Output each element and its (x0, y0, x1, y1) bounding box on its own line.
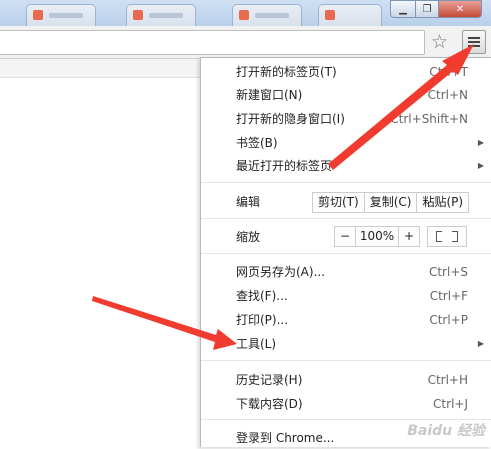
menu-item-downloads[interactable]: 下载内容(D) Ctrl+J (201, 393, 491, 415)
chrome-menu-button[interactable] (462, 30, 486, 54)
menu-item-bookmarks[interactable]: 书签(B) ▶ (201, 132, 491, 154)
menu-item-label: 最近打开的标签页 (236, 159, 333, 173)
menu-item-shortcut: Ctrl+S (428, 265, 468, 279)
menu-item-label: 书签(B) (236, 136, 278, 150)
menu-item-incognito[interactable]: 打开新的隐身窗口(I) Ctrl+Shift+N (201, 108, 491, 130)
menu-item-shortcut: Ctrl+F (429, 289, 468, 303)
browser-tab[interactable] (126, 4, 196, 27)
menu-separator (201, 360, 491, 361)
close-icon: ✕ (455, 3, 465, 15)
menu-item-label: 下载内容(D) (236, 397, 303, 411)
browser-tab[interactable] (318, 4, 382, 27)
menu-item-label: 网页另存为(A)... (236, 265, 326, 279)
menu-item-tools[interactable]: 工具(L) ▶ (201, 333, 491, 355)
menu-item-label: 工具(L) (236, 337, 277, 351)
menu-item-label: 新建窗口(N) (236, 88, 303, 102)
tab-favicon (33, 10, 43, 20)
tab-title-blurred (49, 13, 83, 18)
menu-item-label: 打开新的标签页(T) (236, 65, 337, 79)
menu-item-shortcut: Ctrl+P (429, 313, 468, 327)
zoom-level-value: 100% (356, 227, 399, 246)
minimize-icon: ▁ (399, 3, 407, 15)
menu-item-label: 历史记录(H) (236, 373, 303, 387)
copy-button[interactable]: 复制(C) (364, 193, 418, 212)
submenu-arrow-icon: ▶ (477, 339, 484, 348)
menu-item-label: 查找(F)... (236, 289, 288, 303)
menu-item-recent-tabs[interactable]: 最近打开的标签页 ▶ (201, 155, 491, 177)
zoom-out-button[interactable]: − (335, 227, 356, 246)
tab-favicon (325, 10, 335, 20)
chrome-main-menu: 打开新的标签页(T) Ctrl+T 新建窗口(N) Ctrl+N 打开新的隐身窗… (200, 57, 491, 447)
toolbar (0, 26, 491, 59)
paste-button[interactable]: 粘贴(P) (417, 193, 469, 212)
menu-item-print[interactable]: 打印(P)... Ctrl+P (201, 309, 491, 331)
zoom-in-button[interactable]: + (399, 227, 419, 246)
address-bar[interactable] (0, 30, 425, 55)
menu-item-shortcut: Ctrl+T (429, 65, 468, 79)
page-strip (0, 59, 205, 78)
hamburger-icon (468, 37, 480, 39)
menu-item-new-tab[interactable]: 打开新的标签页(T) Ctrl+T (201, 61, 491, 83)
title-bar: ▁ ❐ ✕ (0, 0, 491, 27)
submenu-arrow-icon: ▶ (477, 161, 484, 170)
menu-separator (201, 253, 491, 254)
submenu-arrow-icon: ▶ (477, 138, 484, 147)
menu-separator (201, 218, 491, 219)
menu-item-shortcut: Ctrl+J (433, 397, 468, 411)
minimize-button[interactable]: ▁ (390, 0, 416, 18)
browser-tab[interactable] (26, 4, 96, 27)
menu-item-new-window[interactable]: 新建窗口(N) Ctrl+N (201, 84, 491, 106)
menu-item-shortcut: Ctrl+N (427, 88, 468, 102)
maximize-button[interactable]: ❐ (415, 0, 439, 18)
hamburger-icon-line (468, 41, 480, 43)
watermark: Baidu 经验 (407, 423, 485, 439)
menu-item-shortcut: Ctrl+H (427, 373, 468, 387)
tab-favicon (239, 10, 249, 20)
menu-item-shortcut: Ctrl+Shift+N (390, 112, 468, 126)
menu-item-label: 打开新的隐身窗口(I) (236, 112, 345, 126)
tab-title-blurred (149, 13, 183, 18)
close-window-button[interactable]: ✕ (438, 0, 482, 18)
menu-item-label: 编辑 (236, 195, 261, 209)
menu-item-find[interactable]: 查找(F)... Ctrl+F (201, 285, 491, 307)
tab-favicon (133, 10, 143, 20)
bookmark-star-icon[interactable]: ☆ (431, 31, 448, 53)
menu-item-label: 打印(P)... (236, 313, 289, 327)
menu-item-history[interactable]: 历史记录(H) Ctrl+H (201, 369, 491, 391)
cut-button[interactable]: 剪切(T) (313, 193, 365, 212)
tab-title-blurred (255, 13, 289, 18)
menu-separator (201, 182, 491, 183)
zoom-control-group: − 100% + (334, 226, 420, 247)
browser-tab[interactable] (232, 4, 302, 27)
hamburger-icon-line (468, 45, 480, 47)
fullscreen-button[interactable] (427, 226, 467, 247)
edit-button-group: 剪切(T) 复制(C) 粘贴(P) (312, 192, 470, 213)
restore-icon: ❐ (422, 3, 432, 15)
menu-item-save-as[interactable]: 网页另存为(A)... Ctrl+S (201, 261, 491, 283)
menu-item-label: 缩放 (236, 230, 261, 244)
